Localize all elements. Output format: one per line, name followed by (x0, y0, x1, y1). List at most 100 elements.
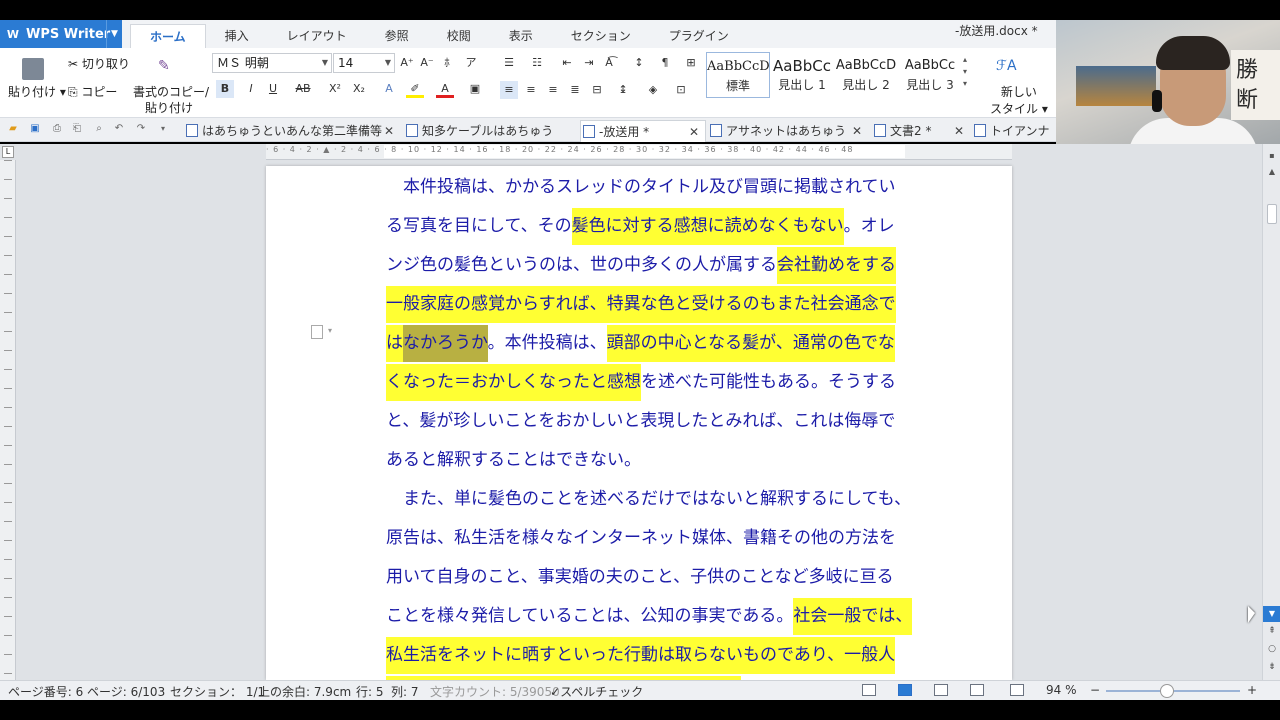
align-center-icon[interactable]: ≡ (522, 81, 540, 99)
document-line[interactable]: はなかろうか。本件投稿は、頭部の中心となる髪が、通常の色でな (386, 324, 918, 363)
full-screen-view-icon[interactable] (862, 684, 876, 696)
prev-page-icon[interactable]: ⇞ (1263, 626, 1280, 636)
document-line[interactable]: 私生活をネットに晒すといった行動は取らないものであり、一般人 (386, 636, 918, 675)
underline-button[interactable]: U (264, 80, 282, 98)
document-line[interactable]: 本件投稿は、かかるスレッドのタイトル及び冒頭に掲載されてい (386, 168, 918, 207)
doc-tab-active[interactable]: -放送用 * ✕ (580, 120, 706, 142)
open-folder-icon[interactable]: ▰ (6, 122, 20, 136)
tab-view[interactable]: 表示 (490, 24, 552, 48)
document-line[interactable]: ンジ色の髪色というのは、世の中多くの人が属する会社勤めをする (386, 246, 918, 285)
document-line[interactable]: また、単に髪色のことを述べるだけではないと解釈するにしても、 (386, 480, 918, 519)
numbering-icon[interactable]: ☷ (528, 54, 546, 72)
style-heading-2[interactable]: AaBbCcD 見出し 2 (834, 52, 898, 98)
document-line[interactable]: 一般家庭の感覚からすれば、特異な色と受けるのもまた社会通念で (386, 285, 918, 324)
paragraph-menu-icon[interactable] (311, 325, 323, 339)
browse-object-icon[interactable]: ○ (1263, 644, 1280, 654)
justify-icon[interactable]: ≣ (566, 81, 584, 99)
tab-layout[interactable]: レイアウト (268, 24, 366, 48)
tab-insert[interactable]: 挿入 (206, 24, 268, 48)
redo-icon[interactable]: ↷ (134, 122, 148, 136)
char-scale-icon[interactable]: A͡ (600, 54, 618, 72)
copy-button[interactable]: ⎘ コピー (68, 83, 117, 100)
close-icon[interactable]: ✕ (852, 120, 862, 142)
chevron-down-icon[interactable]: ▼ (106, 20, 122, 48)
font-color-icon[interactable]: A (436, 80, 454, 98)
export-pdf-icon[interactable]: ⎙ (50, 122, 64, 136)
outline-view-icon[interactable] (934, 684, 948, 696)
document-line[interactable]: と、髪が珍しいことをおかしいと表現したとみれば、これは侮辱で (386, 402, 918, 441)
style-heading-3[interactable]: AaBbCc 見出し 3 (898, 52, 962, 98)
web-view-icon[interactable] (970, 684, 984, 696)
app-menu-button[interactable]: W WPS Writer ▼ (0, 20, 122, 48)
line-spacing-icon[interactable]: ↨ (614, 81, 632, 99)
chevron-down-icon[interactable]: ▾ (156, 122, 170, 136)
new-style-button[interactable]: 新しい スタイル ▾ (990, 83, 1048, 117)
distribute-icon[interactable]: ⊟ (588, 81, 606, 99)
close-icon[interactable]: ✕ (689, 121, 699, 143)
style-heading-1[interactable]: AaBbCc 見出し 1 (770, 52, 834, 98)
vertical-ruler[interactable] (0, 160, 16, 680)
next-page-icon[interactable]: ⇟ (1263, 662, 1280, 672)
tab-plugins[interactable]: プラグイン (650, 24, 748, 48)
subscript-button[interactable]: X₂ (350, 80, 368, 98)
tab-references[interactable]: 参照 (366, 24, 428, 48)
page-view-icon[interactable] (898, 684, 912, 696)
highlight-icon[interactable]: ✐ (406, 80, 424, 98)
scroll-top-icon[interactable]: ▪ (1263, 148, 1280, 164)
scroll-thumb[interactable] (1267, 204, 1277, 224)
align-left-icon[interactable]: ≡ (500, 81, 518, 99)
bullets-icon[interactable]: ☰ (500, 54, 518, 72)
doc-tab[interactable]: アサネットはあちゅう ✕ (708, 120, 868, 142)
zoom-out-icon[interactable]: − (1090, 683, 1100, 697)
tab-stop-selector[interactable]: L (2, 146, 14, 158)
scroll-down-icon[interactable]: ▼ (1263, 606, 1280, 622)
increase-indent-icon[interactable]: ⇥ (580, 54, 598, 72)
table-icon[interactable]: ⊞ (682, 54, 700, 72)
document-line[interactable]: くなった＝おかしくなったと感想を述べた可能性もある。そうする (386, 363, 918, 402)
status-spellcheck[interactable]: ✓スペルチェック (550, 683, 643, 700)
align-right-icon[interactable]: ≡ (544, 81, 562, 99)
save-icon[interactable]: ▣ (28, 122, 42, 136)
zoom-level[interactable]: 94 % (1046, 683, 1077, 697)
show-marks-icon[interactable]: ¶ (656, 54, 674, 72)
document-body[interactable]: 本件投稿は、かかるスレッドのタイトル及び冒頭に掲載されてい る写真を目にして、その… (386, 168, 918, 680)
phonetic-icon[interactable]: ア (462, 54, 480, 72)
format-painter-icon[interactable]: ✎ (158, 58, 170, 74)
italic-button[interactable]: I (242, 80, 260, 98)
zoom-slider-thumb[interactable] (1160, 684, 1174, 698)
document-line[interactable]: 用いて自身のこと、事実婚の夫のこと、子供のことなど多岐に亘る (386, 558, 918, 597)
decrease-indent-icon[interactable]: ⇤ (558, 54, 576, 72)
print-icon[interactable]: ⎗ (70, 122, 84, 136)
vertical-scrollbar[interactable]: ▪ ▲ ▼ ⇞ ○ ⇟ (1262, 144, 1280, 680)
font-name-select[interactable]: ＭＳ 明朝 ▼ (212, 53, 332, 73)
doc-tab[interactable]: 文書2 * ✕ (872, 120, 964, 142)
document-line[interactable]: る写真を目にして、その髪色に対する感想に読めなくもない。オレ (386, 207, 918, 246)
tab-review[interactable]: 校閲 (428, 24, 490, 48)
shading-icon[interactable]: ◈ (644, 81, 662, 99)
doc-tab[interactable]: 知多ケーブルはあちゅう (404, 120, 576, 142)
style-gallery-scroll[interactable]: ▴ ▾ ▾ (963, 54, 967, 90)
paste-icon[interactable] (22, 58, 44, 80)
horizontal-ruler[interactable]: · 6 · 4 · 2 · ▲ · 2 · 4 · 6 · 8 · 10 · 1… (266, 144, 1012, 160)
cut-button[interactable]: ✂ 切り取り (68, 55, 130, 72)
document-line[interactable]: あると解釈することはできない。 (386, 441, 918, 480)
format-painter-label-2[interactable]: 貼り付け (145, 99, 193, 116)
clear-format-icon[interactable]: ﾎ (438, 54, 456, 72)
print-preview-icon[interactable]: ⌕ (92, 122, 106, 136)
grow-font-icon[interactable]: A⁺ (398, 54, 416, 72)
tab-section[interactable]: セクション (552, 24, 650, 48)
shrink-font-icon[interactable]: A⁻ (418, 54, 436, 72)
char-border-icon[interactable]: ▣ (466, 80, 484, 98)
status-page[interactable]: ページ: 6/103 (87, 683, 165, 700)
borders-icon[interactable]: ⊡ (672, 81, 690, 99)
chevron-down-icon[interactable]: ▾ (328, 326, 332, 335)
tab-home[interactable]: ホーム (130, 24, 206, 48)
doc-tab[interactable]: トイアンナかつ (972, 120, 1056, 142)
close-icon[interactable]: ✕ (954, 120, 964, 142)
sort-icon[interactable]: ↕ (630, 54, 648, 72)
strikethrough-button[interactable]: AB (294, 80, 312, 98)
close-icon[interactable]: ✕ (384, 120, 394, 142)
style-normal[interactable]: AaBbCcD 標準 (706, 52, 770, 98)
paste-button[interactable]: 貼り付け ▾ (8, 83, 66, 100)
status-word-count[interactable]: 文字カウント: 5/39050 (430, 683, 560, 700)
